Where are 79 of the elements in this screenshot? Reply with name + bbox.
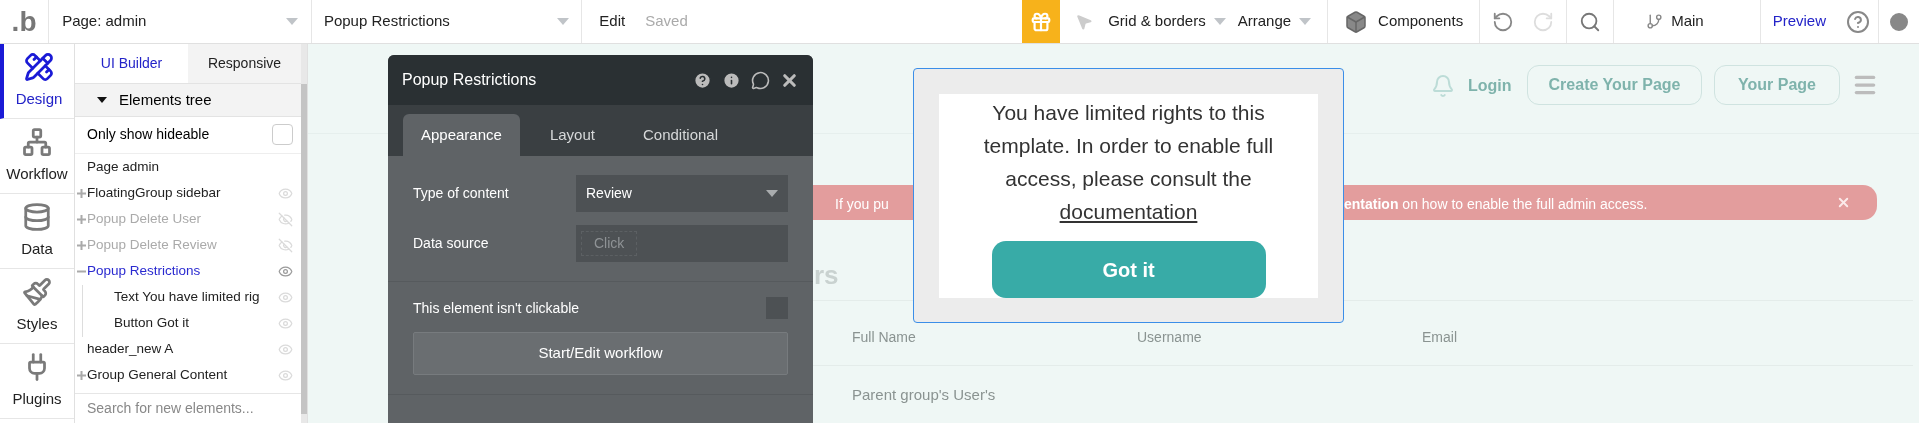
- tree-item[interactable]: Group General Content: [87, 365, 228, 386]
- caret-icon: [557, 18, 570, 25]
- caret-icon: [766, 190, 778, 197]
- workflow-button[interactable]: Start/Edit workflow: [413, 332, 788, 375]
- eye-icon[interactable]: [278, 342, 293, 358]
- banner-text: entation on how to enable the full admin access.: [1344, 195, 1648, 214]
- tree-item[interactable]: Text You have limited rig: [114, 287, 260, 308]
- expand-icon[interactable]: [77, 215, 86, 225]
- gift-icon: [1029, 10, 1052, 33]
- caret-icon: [285, 18, 298, 25]
- eye-slash-icon[interactable]: [278, 238, 293, 254]
- branch-button[interactable]: Main: [1614, 0, 1761, 43]
- sidebar-tab[interactable]: Styles: [0, 269, 74, 344]
- editor-tab[interactable]: Appearance: [403, 114, 520, 156]
- tree-item[interactable]: Button Got it: [114, 313, 190, 334]
- branch-icon: [1646, 13, 1664, 30]
- edit-label[interactable]: Edit: [599, 10, 626, 33]
- filter-label: Only show hideable: [87, 125, 210, 145]
- saved-status: Saved: [645, 11, 688, 32]
- help-icon[interactable]: [693, 70, 712, 90]
- search-icon[interactable]: [1579, 10, 1602, 33]
- eye-icon[interactable]: [278, 186, 293, 202]
- panel-tab[interactable]: Responsive: [188, 44, 301, 83]
- caret-icon: [1299, 18, 1312, 25]
- column-header: Email: [1422, 328, 1457, 347]
- documentation-link[interactable]: documentation: [1059, 200, 1198, 223]
- editor-tab[interactable]: Conditional: [624, 114, 736, 156]
- search-field[interactable]: Search for new elements...: [75, 393, 301, 423]
- table-cell-text: Parent group's User's: [852, 385, 996, 405]
- logo[interactable]: .b: [0, 0, 49, 43]
- tree-item[interactable]: FloatingGroup sidebar: [87, 183, 221, 204]
- checkbox[interactable]: [272, 124, 293, 146]
- triangle-icon: [97, 97, 107, 104]
- close-icon: [1836, 195, 1851, 210]
- eye-slash-icon[interactable]: [278, 212, 293, 228]
- column-header: Full Name: [852, 328, 916, 347]
- help-icon[interactable]: [1846, 9, 1870, 34]
- sidebar-tab[interactable]: Data: [0, 194, 74, 269]
- eye-icon[interactable]: [278, 264, 293, 280]
- tree-item[interactable]: header_new A: [87, 339, 174, 360]
- pointer-icon[interactable]: [1075, 12, 1094, 31]
- expand-icon[interactable]: [77, 241, 86, 251]
- arrange-dropdown[interactable]: Arrange: [1237, 0, 1329, 43]
- editor-tab[interactable]: Layout: [531, 114, 613, 156]
- element-dropdown[interactable]: Popup Restrictions: [310, 0, 582, 43]
- bell-icon: [1431, 74, 1455, 98]
- expand-icon[interactable]: [77, 371, 86, 381]
- paintbrush-icon: [22, 276, 52, 307]
- gift-button[interactable]: [1021, 0, 1061, 43]
- cube-icon: [1344, 9, 1369, 34]
- page-dropdown[interactable]: Page: admin: [48, 0, 311, 43]
- popup-card[interactable]: You have limited rights to this template. In order to enable full access, please consult the documentation Got it: [913, 68, 1344, 323]
- undo-icon[interactable]: [1492, 10, 1515, 33]
- expand-icon[interactable]: [77, 189, 86, 199]
- field-label: Type of content: [413, 184, 510, 203]
- info-icon[interactable]: [722, 70, 741, 90]
- comment-icon[interactable]: [751, 70, 770, 90]
- preview-link[interactable]: Preview: [1760, 10, 1838, 33]
- banner-text: If you pu: [835, 195, 889, 214]
- tree-item[interactable]: Popup Restrictions: [87, 261, 201, 282]
- eye-icon[interactable]: [278, 316, 293, 332]
- components-button[interactable]: Components: [1328, 0, 1481, 43]
- eye-icon[interactable]: [278, 290, 293, 306]
- sidebar-tab[interactable]: Workflow: [0, 119, 74, 194]
- section-header[interactable]: Elements tree: [75, 83, 301, 118]
- hierarchy-icon: [22, 126, 52, 157]
- column-header: Username: [1137, 328, 1202, 347]
- caret-icon: [1213, 18, 1226, 25]
- eye-icon[interactable]: [278, 368, 293, 384]
- pencil-ruler-icon: [24, 51, 54, 82]
- checkbox-label: This element isn't clickable: [413, 298, 580, 318]
- sidebar-tab[interactable]: Plugins: [0, 344, 74, 419]
- database-icon: [22, 201, 52, 232]
- tree-item[interactable]: Page admin: [87, 157, 160, 178]
- grid-borders-dropdown[interactable]: Grid & borders: [1108, 10, 1238, 33]
- type-dropdown[interactable]: Review: [576, 175, 788, 212]
- field-label: Data source: [413, 234, 490, 253]
- editor-title: Popup Restrictions: [402, 70, 537, 90]
- popup-message: You have limited rights to this template. In order to enable full access, please consult the documentation: [982, 100, 1275, 225]
